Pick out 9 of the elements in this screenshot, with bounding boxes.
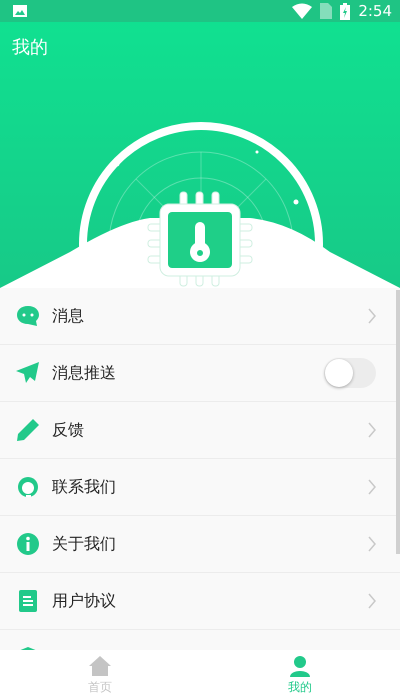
menu-label: 消息 (52, 306, 84, 326)
menu-label: 反馈 (52, 420, 84, 440)
menu-label: 消息推送 (52, 362, 116, 384)
menu-label: 联系我们 (52, 476, 116, 498)
menu-label: 关于我们 (52, 534, 116, 554)
page-title: 我的 (12, 36, 48, 59)
menu-label: 用户协议 (52, 590, 116, 612)
status-time: 2:54 (358, 2, 392, 20)
menu-row[interactable]: 用户协议 (0, 573, 400, 630)
